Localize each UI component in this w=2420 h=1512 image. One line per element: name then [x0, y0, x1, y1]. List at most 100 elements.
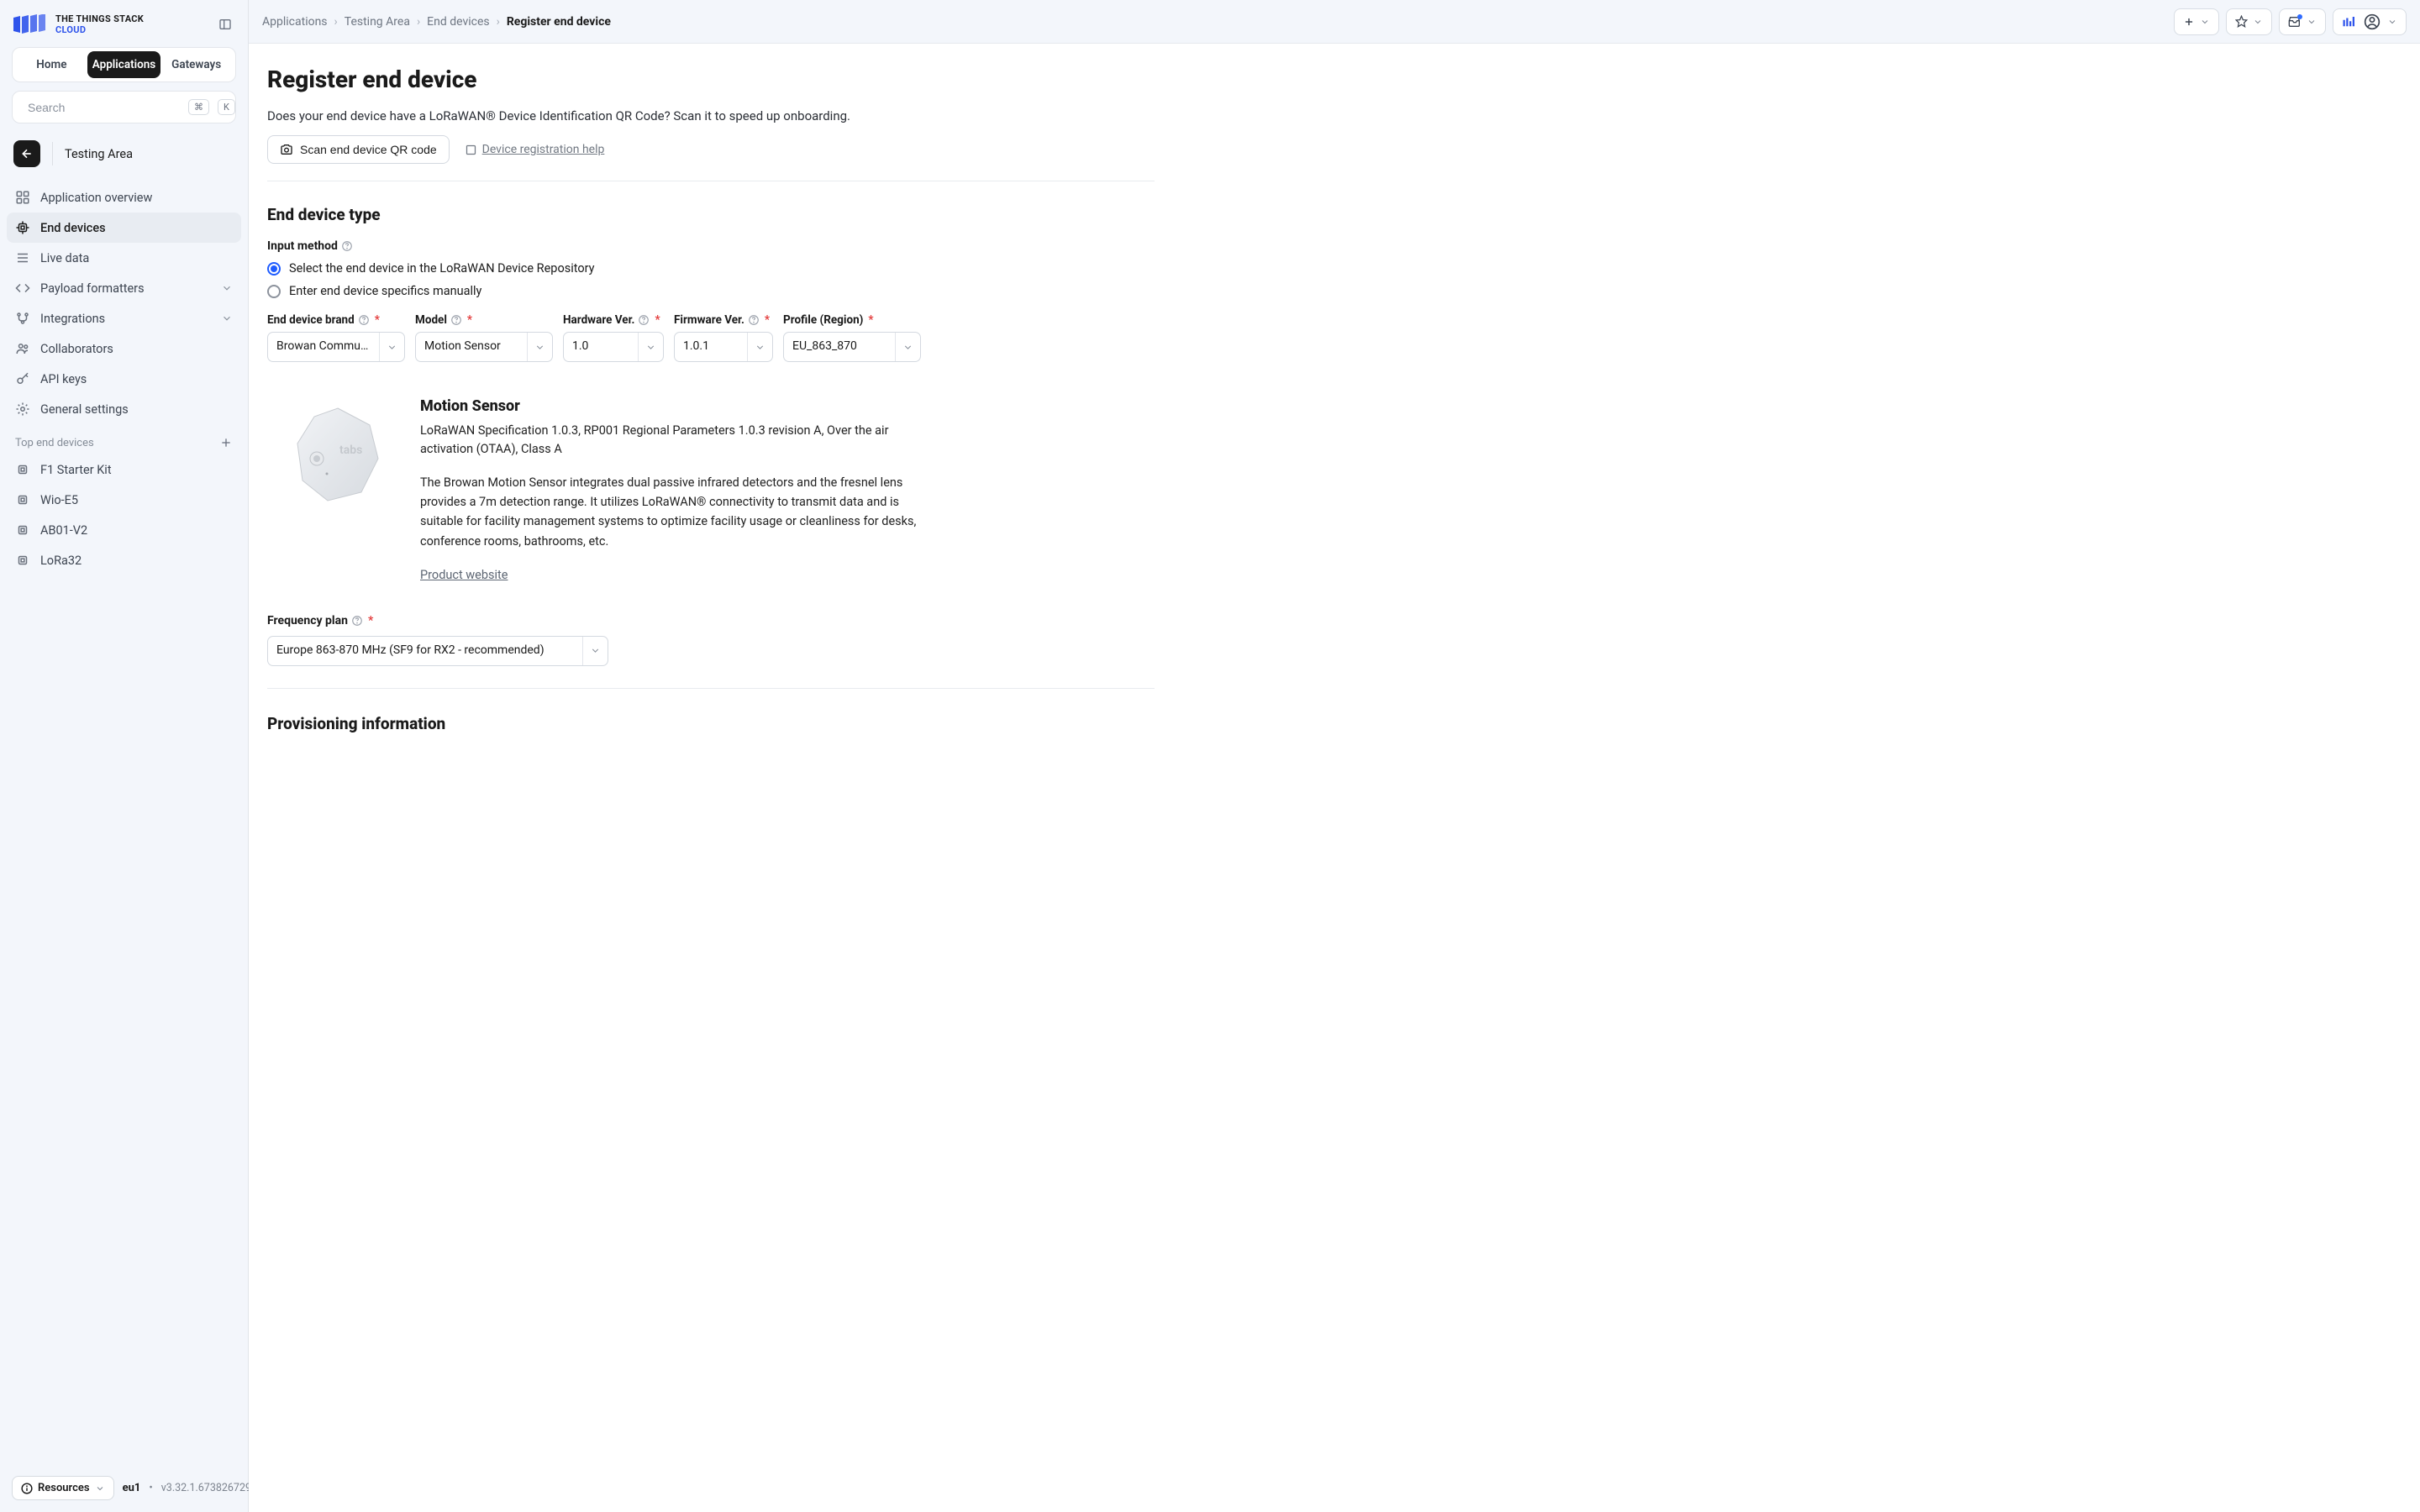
arrow-left-icon	[20, 147, 34, 160]
sidebar-item-label: Live data	[40, 251, 89, 265]
page-intro: Does your end device have a LoRaWAN® Dev…	[267, 108, 1155, 123]
chip-icon	[15, 553, 30, 568]
collapse-sidebar-button[interactable]	[214, 13, 236, 35]
kbd-k: K	[218, 99, 235, 115]
chevron-down-icon	[2307, 17, 2317, 27]
chip-icon	[15, 462, 30, 477]
users-icon	[15, 341, 30, 356]
sidebar-item-live-data[interactable]: Live data	[7, 243, 241, 273]
tab-applications[interactable]: Applications	[87, 51, 161, 78]
top-device-item[interactable]: LoRa32	[7, 545, 241, 575]
star-icon	[2235, 15, 2248, 28]
sidebar: THE THINGS STACK CLOUD Home Applications…	[0, 0, 249, 1512]
frequency-plan-value: Europe 863-870 MHz (SF9 for RX2 - recomm…	[268, 637, 582, 665]
breadcrumb-app[interactable]: Testing Area	[345, 15, 410, 29]
sidebar-item-end-devices[interactable]: End devices	[7, 213, 241, 243]
frequency-plan-select[interactable]: Europe 863-870 MHz (SF9 for RX2 - recomm…	[267, 636, 608, 666]
sidebar-item-general-settings[interactable]: General settings	[7, 394, 241, 424]
device-image: tabs	[279, 397, 397, 515]
chevron-down-icon	[221, 312, 233, 324]
chip-icon	[15, 220, 30, 235]
version-string: v3.32.1.6738267293	[161, 1482, 257, 1494]
section-provisioning: Provisioning information	[267, 714, 1155, 733]
panel-left-icon	[218, 18, 232, 31]
help-circle-icon[interactable]	[351, 615, 363, 627]
resources-label: Resources	[38, 1482, 90, 1494]
device-registration-help-link[interactable]: Device registration help	[465, 143, 605, 156]
hw-select[interactable]: 1.0	[563, 332, 664, 362]
svg-text:tabs: tabs	[339, 444, 362, 457]
account-menu-button[interactable]	[2333, 8, 2407, 35]
topbar: Applications › Testing Area › End device…	[249, 0, 2420, 44]
resources-button[interactable]: Resources	[12, 1476, 114, 1500]
notification-dot	[2297, 14, 2302, 19]
tab-gateways[interactable]: Gateways	[160, 51, 232, 78]
brand[interactable]: THE THINGS STACK CLOUD	[12, 10, 236, 47]
sidebar-item-integrations[interactable]: Integrations	[7, 303, 241, 333]
brand-label: End device brand	[267, 313, 355, 327]
brand-select[interactable]: Browan Commu…	[267, 332, 405, 362]
sidebar-item-overview[interactable]: Application overview	[7, 182, 241, 213]
list-icon	[15, 250, 30, 265]
profile-select[interactable]: EU_863_870	[783, 332, 921, 362]
help-circle-icon[interactable]	[358, 314, 370, 326]
sidebar-item-collaborators[interactable]: Collaborators	[7, 333, 241, 364]
fw-label: Firmware Ver.	[674, 313, 744, 327]
sidebar-item-label: Wio-E5	[40, 493, 78, 507]
help-circle-icon[interactable]	[638, 314, 650, 326]
chevron-down-icon	[895, 333, 920, 361]
tab-home[interactable]: Home	[16, 51, 87, 78]
top-device-item[interactable]: AB01-V2	[7, 515, 241, 545]
profile-value: EU_863_870	[784, 333, 895, 361]
fw-select[interactable]: 1.0.1	[674, 332, 773, 362]
help-circle-icon[interactable]	[748, 314, 760, 326]
product-website-link[interactable]: Product website	[420, 568, 508, 582]
help-circle-icon[interactable]	[341, 240, 353, 252]
help-circle-icon[interactable]	[450, 314, 462, 326]
kbd-cmd: ⌘	[188, 99, 209, 115]
context-app-name[interactable]: Testing Area	[65, 147, 133, 161]
input-method-label: Input method	[267, 239, 338, 253]
sidebar-item-label: Collaborators	[40, 342, 113, 356]
sidebar-item-label: Application overview	[40, 191, 152, 205]
sidebar-item-label: F1 Starter Kit	[40, 463, 112, 477]
breadcrumbs: Applications › Testing Area › End device…	[262, 15, 611, 29]
book-icon	[465, 144, 477, 156]
chip-icon	[15, 522, 30, 538]
add-menu-button[interactable]	[2174, 8, 2219, 35]
fw-value: 1.0.1	[675, 333, 747, 361]
branch-icon	[15, 311, 30, 326]
brand-logo-icon	[12, 14, 49, 34]
star-menu-button[interactable]	[2226, 8, 2272, 35]
breadcrumb-applications[interactable]: Applications	[262, 15, 328, 29]
add-device-button[interactable]	[219, 436, 233, 449]
back-button[interactable]	[13, 140, 40, 167]
top-devices-label: Top end devices	[15, 437, 94, 449]
main-tabs: Home Applications Gateways	[12, 47, 236, 82]
sidebar-item-api-keys[interactable]: API keys	[7, 364, 241, 394]
radio-repository[interactable]	[267, 262, 281, 276]
profile-label: Profile (Region)	[783, 313, 863, 327]
top-device-item[interactable]: Wio-E5	[7, 485, 241, 515]
org-logo-icon	[2342, 16, 2357, 28]
sidebar-item-payload[interactable]: Payload formatters	[7, 273, 241, 303]
section-end-device-type: End device type	[267, 205, 1155, 224]
inbox-button[interactable]	[2279, 8, 2326, 35]
sidebar-item-label: General settings	[40, 402, 129, 417]
sidebar-item-label: API keys	[40, 372, 87, 386]
brand-value: Browan Commu…	[268, 333, 379, 361]
model-select[interactable]: Motion Sensor	[415, 332, 553, 362]
radio-repository-label: Select the end device in the LoRaWAN Dev…	[289, 261, 595, 276]
radio-manual[interactable]	[267, 285, 281, 298]
search-box[interactable]: ⌘ K	[12, 91, 236, 123]
scan-qr-button[interactable]: Scan end device QR code	[267, 135, 450, 164]
chevron-down-icon	[638, 333, 663, 361]
user-circle-icon	[2364, 13, 2381, 30]
chip-icon	[15, 492, 30, 507]
device-spec: LoRaWAN Specification 1.0.3, RP001 Regio…	[420, 422, 933, 459]
breadcrumb-end-devices[interactable]: End devices	[427, 15, 489, 29]
top-device-item[interactable]: F1 Starter Kit	[7, 454, 241, 485]
chevron-down-icon	[2253, 17, 2263, 27]
chevron-down-icon	[527, 333, 552, 361]
search-input[interactable]	[28, 101, 180, 114]
